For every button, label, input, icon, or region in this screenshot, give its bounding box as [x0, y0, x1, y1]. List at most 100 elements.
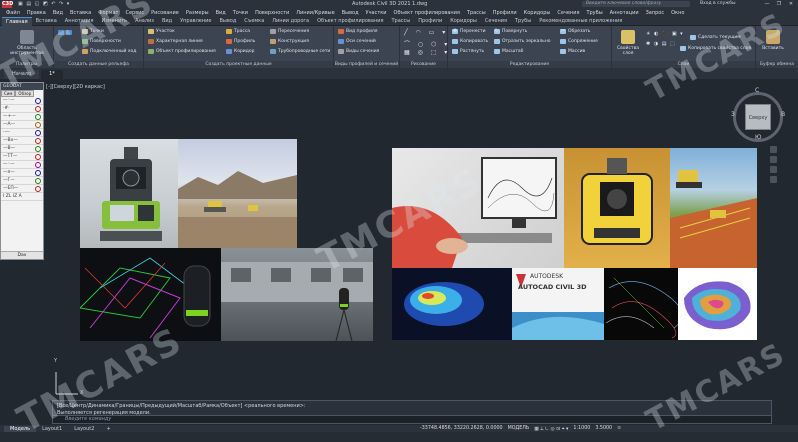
- sample-lines-button[interactable]: Оси сечений: [338, 39, 376, 44]
- ribbon-tab[interactable]: Трассы: [387, 17, 414, 25]
- palette-symbol-row[interactable]: —+—: [1, 113, 43, 121]
- array-button[interactable]: Массив: [560, 49, 585, 54]
- menu-item[interactable]: Точки: [233, 10, 248, 16]
- trim-button[interactable]: ✂ Обрезать: [560, 29, 590, 34]
- ribbon-tab[interactable]: Управление: [176, 17, 215, 25]
- pipe-network-button[interactable]: Трубопроводные сети: [270, 49, 330, 54]
- palette-symbol-row[interactable]: ·—·: [1, 129, 43, 137]
- ribbon-tab[interactable]: Съемка: [240, 17, 268, 25]
- palette-bottom-row[interactable]: I ZL IZ A: [1, 193, 43, 201]
- ribbon-tab[interactable]: Трубы: [511, 17, 535, 25]
- palette-symbol-row[interactable]: —¤—: [1, 169, 43, 177]
- draw-hatch-icon[interactable]: ▦ ◎ ⬚ ▾: [404, 49, 450, 56]
- palette-symbol-row[interactable]: —ЕП—: [1, 185, 43, 193]
- draw-polyline-icon[interactable]: ⌒ ○ ⬡ ▾: [404, 39, 450, 48]
- layout-tab[interactable]: Layout2: [68, 426, 100, 432]
- viewcube-face-top[interactable]: Сверху: [745, 104, 771, 130]
- layer-freeze-icons[interactable]: ✱ ◑ ▤ ⬚: [646, 41, 676, 47]
- ribbon-tab[interactable]: Вывод: [215, 17, 240, 25]
- search-input[interactable]: Введите ключевое слово/фразу: [582, 1, 690, 7]
- scale-button[interactable]: Масштаб: [494, 49, 523, 54]
- menu-item[interactable]: Профили: [493, 10, 517, 16]
- feature-line-button[interactable]: Характерная линия: [148, 39, 203, 44]
- menu-item[interactable]: Сечения: [557, 10, 579, 16]
- ribbon-tab[interactable]: Коридоры: [446, 17, 481, 25]
- mirror-button[interactable]: Отразить зеркально: [494, 39, 551, 44]
- compass-south[interactable]: Ю: [755, 134, 761, 141]
- compass-north[interactable]: С: [755, 87, 759, 94]
- grading-button[interactable]: Объект профилирования: [148, 49, 216, 54]
- layer-properties-button[interactable]: Свойства слоя: [614, 30, 642, 56]
- menu-item[interactable]: Вид: [53, 10, 63, 16]
- sign-in-button[interactable]: Вход в службы: [700, 1, 736, 6]
- quick-access-toolbar[interactable]: ▣ ▤ ◱ ◩ ↶ ↷ ▾: [18, 1, 70, 7]
- ribbon-tab[interactable]: Объект профилирования: [313, 17, 387, 25]
- annotation-scale[interactable]: 1:1000: [573, 426, 590, 431]
- ribbon-tab[interactable]: Вставка: [32, 17, 61, 25]
- palette-footer[interactable]: Dav: [1, 251, 43, 259]
- menu-item[interactable]: Аннотации: [610, 10, 639, 16]
- menu-item[interactable]: Файл: [6, 10, 20, 16]
- coordinates-readout[interactable]: -33748.4856, 33220.2628, 0.0000: [420, 426, 503, 431]
- copy-button[interactable]: Копировать: [452, 39, 488, 44]
- parcel-button[interactable]: Участок: [148, 29, 175, 34]
- menu-item[interactable]: Поверхности: [255, 10, 289, 16]
- menu-item[interactable]: Трассы: [467, 10, 486, 16]
- layer-state-icons[interactable]: ☀ ◐ ⬛ ▣ ▾: [646, 31, 684, 37]
- menu-item[interactable]: Окно: [671, 10, 684, 16]
- ribbon-tab[interactable]: Вид: [158, 17, 176, 25]
- close-button[interactable]: ✕: [786, 1, 796, 7]
- menu-item[interactable]: Объект профилирования: [394, 10, 460, 16]
- ribbon-tab[interactable]: Линии дорога: [268, 17, 313, 25]
- move-button[interactable]: ✥ Перенести: [452, 29, 486, 34]
- intersections-button[interactable]: Пересечения: [270, 29, 309, 34]
- status-value[interactable]: 3.5000: [595, 426, 612, 431]
- customize-icon[interactable]: ≡: [617, 426, 621, 431]
- profile-view-button[interactable]: Вид профиля: [338, 29, 377, 34]
- ribbon-tab[interactable]: Рекомендованные приложения: [535, 17, 626, 25]
- compass-west[interactable]: З: [731, 111, 735, 118]
- palette-symbol-row[interactable]: ·#·: [1, 105, 43, 113]
- menu-item[interactable]: Вид: [216, 10, 226, 16]
- orbit-icon[interactable]: [770, 176, 777, 183]
- rotate-button[interactable]: ↻ Повернуть: [494, 29, 527, 34]
- minimize-button[interactable]: —: [762, 1, 772, 7]
- palette-symbol-row[interactable]: —◦—: [1, 97, 43, 105]
- zoom-icon[interactable]: [770, 166, 777, 173]
- ribbon-tab[interactable]: Профили: [414, 17, 446, 25]
- compass-east[interactable]: В: [781, 111, 785, 118]
- ribbon-tab[interactable]: Сечения: [481, 17, 511, 25]
- menu-item[interactable]: Участки: [366, 10, 387, 16]
- corridor-button[interactable]: Коридор: [226, 49, 254, 54]
- palette-symbol-row[interactable]: —A—: [1, 121, 43, 129]
- assembly-button[interactable]: Конструкция: [270, 39, 309, 44]
- tool-palette[interactable]: GEODAT Сим Обзор —◦— ·#· —+— —A— ·—· —Bx— —В— —…: [0, 82, 44, 260]
- layout-tab[interactable]: +: [100, 426, 116, 432]
- menu-item[interactable]: Линии/Кривые: [296, 10, 334, 16]
- profile-button[interactable]: Профиль: [226, 39, 255, 44]
- draw-line-icon[interactable]: ╱ ◠ ▭ ▾: [404, 29, 448, 36]
- palette-symbol-row[interactable]: —ТТ—: [1, 153, 43, 161]
- fillet-button[interactable]: Сопряжение: [560, 39, 598, 44]
- pan-icon[interactable]: [770, 156, 777, 163]
- nav-wheel-icon[interactable]: [770, 146, 777, 153]
- menu-item[interactable]: Размеры: [186, 10, 209, 16]
- menu-item[interactable]: Запрос: [646, 10, 665, 16]
- menu-item[interactable]: Коридоры: [524, 10, 551, 16]
- app-logo[interactable]: C3D: [2, 0, 13, 8]
- palette-symbol-row[interactable]: —Bx—: [1, 137, 43, 145]
- palette-symbol-row[interactable]: —Г—: [1, 177, 43, 185]
- alignment-button[interactable]: Трасса: [226, 29, 250, 34]
- viewport-label[interactable]: [-][Сверху][2D каркас]: [46, 84, 105, 90]
- menu-item[interactable]: Вывод: [342, 10, 359, 16]
- palette-symbol-row[interactable]: —◦—: [1, 161, 43, 169]
- menu-item[interactable]: Правка: [27, 10, 46, 16]
- ribbon-tab[interactable]: Главная: [2, 16, 32, 26]
- section-views-button[interactable]: Виды сечения: [338, 49, 379, 54]
- menu-item[interactable]: Трубы: [586, 10, 602, 16]
- model-space-button[interactable]: МОДЕЛЬ: [508, 426, 530, 431]
- image-contour-map: [604, 268, 678, 340]
- palette-symbol-row[interactable]: —В—: [1, 145, 43, 153]
- stretch-button[interactable]: Растянуть: [452, 49, 484, 54]
- status-toggle-icons[interactable]: ▦ ⟂ ∟ ◎ ⊡ ⌖ ▾: [534, 426, 568, 432]
